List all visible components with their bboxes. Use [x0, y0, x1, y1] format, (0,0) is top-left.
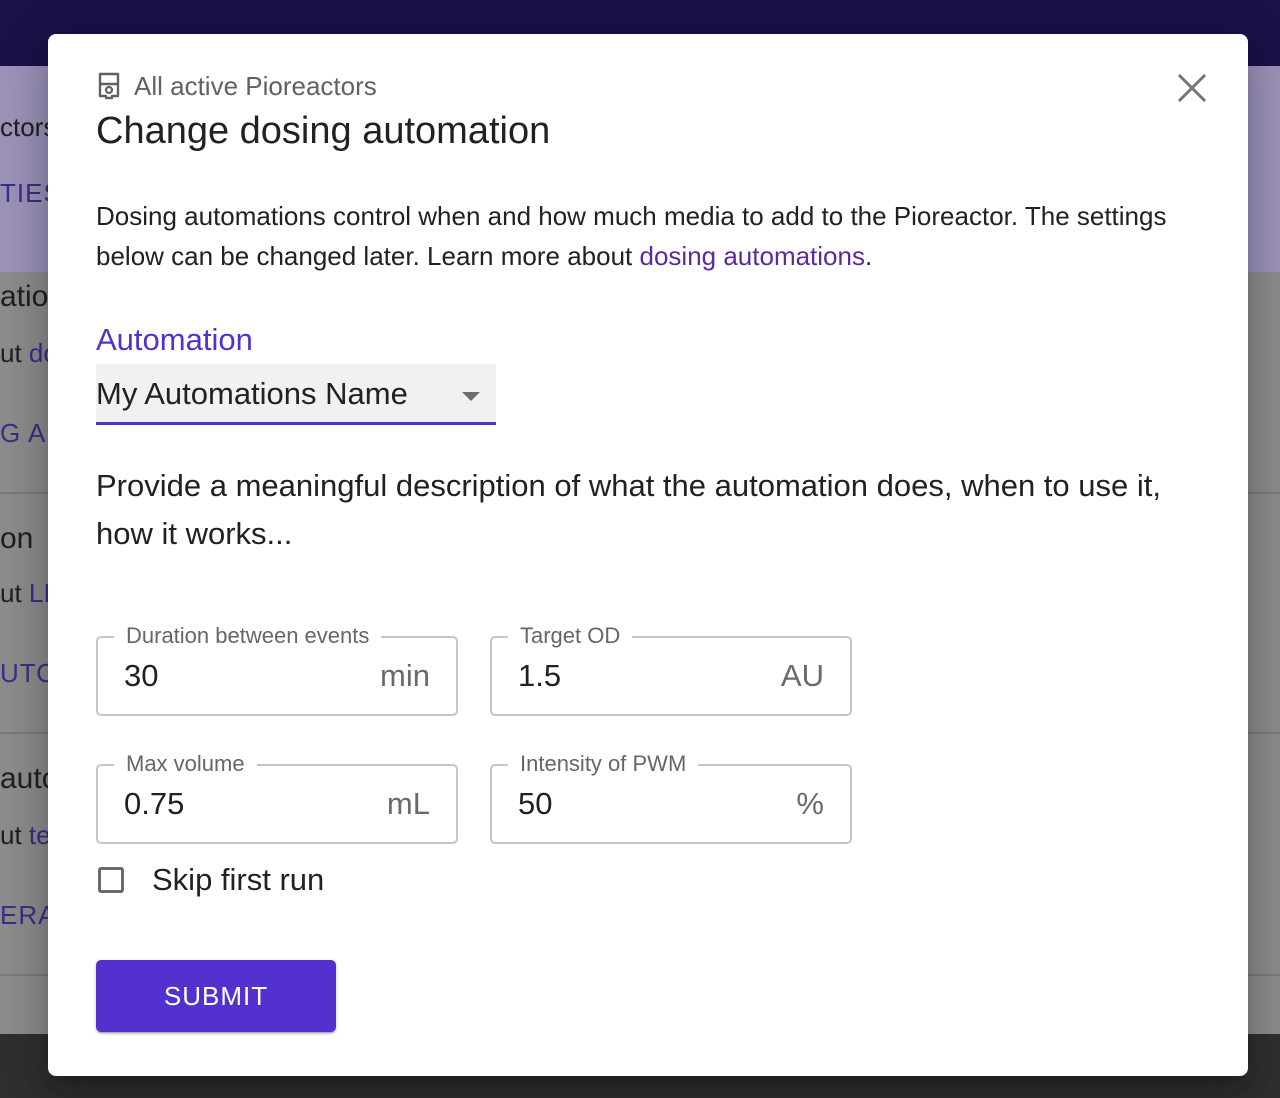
field-unit: mL — [386, 786, 430, 821]
duration-between-events-field[interactable]: Duration between events 30 min — [96, 622, 458, 716]
automation-description: Provide a meaningful description of what… — [96, 468, 1161, 551]
field-unit: min — [380, 658, 430, 693]
intro-end: . — [864, 241, 873, 271]
change-dosing-automation-dialog: All active Pioreactors Change dosing aut… — [48, 34, 1248, 1076]
skip-first-run-label: Skip first run — [152, 862, 325, 897]
dialog-subtitle: All active Pioreactors — [134, 70, 377, 101]
automation-select-value: My Automations Name — [96, 376, 408, 411]
background-text: atio — [0, 280, 49, 313]
field-label: Intensity of PWM — [508, 750, 699, 778]
dialog-intro: Dosing automations control when and how … — [96, 196, 1196, 276]
field-label: Max volume — [114, 750, 257, 778]
field-value: 50 — [518, 786, 553, 821]
background-text: ut — [0, 820, 22, 850]
dialog-title: Change dosing automation — [96, 110, 551, 152]
target-od-field[interactable]: Target OD 1.5 AU — [490, 622, 852, 716]
close-icon — [1177, 73, 1207, 103]
chevron-down-icon — [462, 392, 480, 401]
submit-button[interactable]: SUBMIT — [96, 960, 336, 1032]
intensity-of-pwm-field[interactable]: Intensity of PWM 50 % — [490, 750, 852, 844]
dialog-subtitle-row: All active Pioreactors — [96, 70, 377, 102]
close-button[interactable] — [1170, 66, 1214, 110]
field-unit: AU — [780, 658, 824, 693]
background-text: ut — [0, 338, 22, 368]
automation-select[interactable]: My Automations Name — [96, 364, 496, 425]
background-text: on — [0, 522, 34, 555]
automation-label: Automation — [96, 322, 253, 357]
dosing-automations-link[interactable]: dosing automations — [640, 241, 865, 271]
field-value: 30 — [124, 658, 159, 693]
field-label: Target OD — [508, 622, 633, 650]
max-volume-field[interactable]: Max volume 0.75 mL — [96, 750, 458, 844]
skip-first-run-checkbox[interactable] — [98, 867, 124, 893]
field-value: 1.5 — [518, 658, 562, 693]
field-unit: % — [796, 786, 824, 821]
skip-first-run-option[interactable]: Skip first run — [96, 862, 324, 898]
field-label: Duration between events — [114, 622, 382, 650]
intro-text: Dosing automations control when and how … — [96, 201, 1167, 271]
field-value: 0.75 — [124, 786, 185, 821]
pioreactor-icon — [98, 72, 120, 100]
background-text: ut — [0, 578, 22, 608]
